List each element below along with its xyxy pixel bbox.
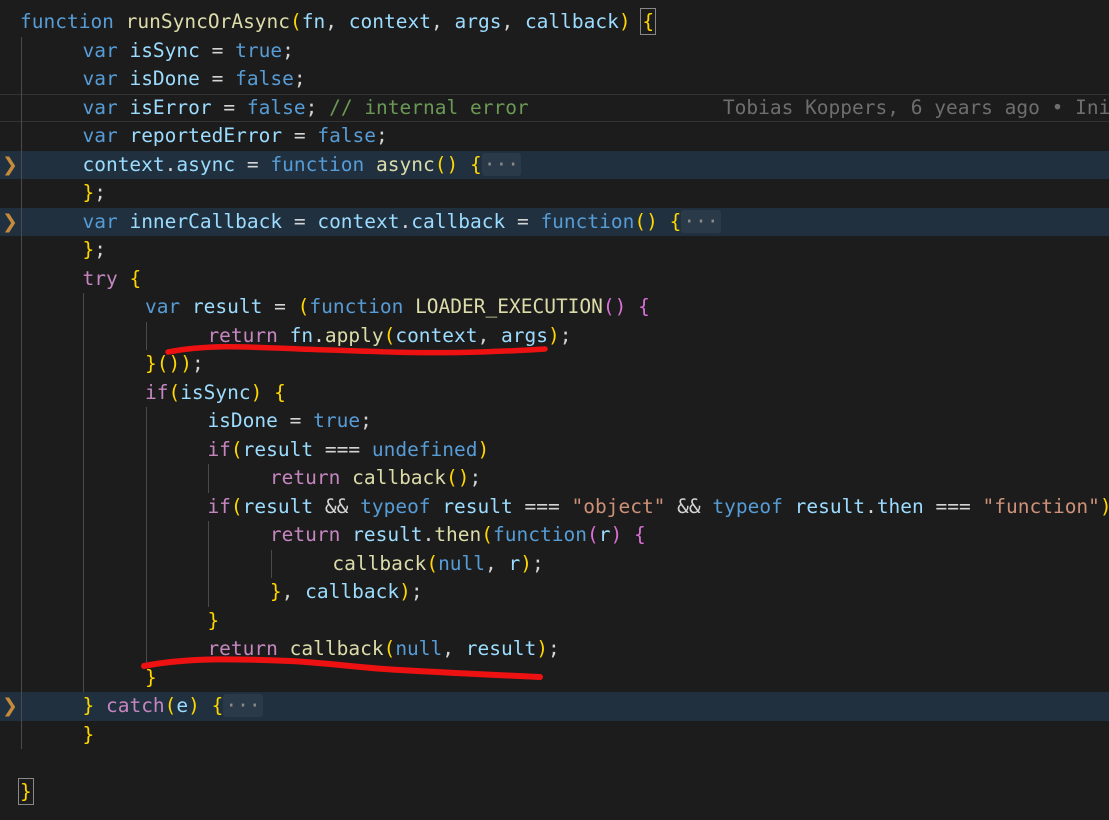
code-line[interactable]: }; <box>82 179 106 208</box>
code-line[interactable]: return result.then(function(r) { <box>270 521 646 550</box>
matching-bracket-highlight: { <box>640 8 657 35</box>
code-line[interactable]: if(result === undefined) <box>207 436 489 465</box>
code-line[interactable]: var reportedError = false; <box>82 122 387 151</box>
code-line[interactable]: } <box>145 664 157 693</box>
code-line[interactable]: context.async = function async() {··· <box>82 151 521 180</box>
code-line[interactable]: } <box>18 777 34 807</box>
code-line[interactable]: return callback(); <box>270 464 481 493</box>
code-line[interactable]: return callback(null, result); <box>207 635 559 664</box>
code-line[interactable]: } <box>82 721 94 750</box>
code-line[interactable]: var innerCallback = context.callback = f… <box>82 208 721 237</box>
code-line[interactable]: try { <box>82 265 141 294</box>
fold-ellipsis-icon: ··· <box>223 694 263 717</box>
code-line[interactable]: callback(null, r); <box>332 550 543 579</box>
fold-ellipsis-icon: ··· <box>681 209 721 233</box>
code-content[interactable]: function runSyncOrAsync(fn, context, arg… <box>0 0 1109 820</box>
code-line[interactable]: isDone = true; <box>207 407 371 436</box>
git-blame-annotation: Tobias Koppers, 6 years ago • Initial co… <box>722 95 1109 119</box>
code-line[interactable]: }, callback); <box>270 578 423 607</box>
code-line[interactable]: } catch(e) {··· <box>82 692 263 721</box>
fold-ellipsis-icon: ··· <box>481 152 521 176</box>
code-line[interactable]: var isDone = false; <box>82 65 305 94</box>
code-line[interactable]: return fn.apply(context, args); <box>207 322 571 351</box>
code-line[interactable]: var isSync = true; <box>82 37 293 66</box>
code-line[interactable]: }; <box>82 236 106 265</box>
code-line[interactable]: var result = (function LOADER_EXECUTION(… <box>145 293 650 322</box>
code-line[interactable]: function runSyncOrAsync(fn, context, arg… <box>20 8 657 37</box>
code-editor[interactable]: ❯ ❯ ❯ function runSyncOrAsync(fn, context,… <box>0 0 1109 820</box>
code-line[interactable]: }()); <box>145 350 204 379</box>
code-line[interactable]: } <box>207 607 219 636</box>
code-line[interactable]: var isError = false; // internal error <box>82 94 528 123</box>
matching-bracket-highlight: } <box>18 777 34 805</box>
code-line[interactable]: if(isSync) { <box>145 379 286 408</box>
code-line[interactable]: if(result && typeof result === "object" … <box>207 493 1109 522</box>
